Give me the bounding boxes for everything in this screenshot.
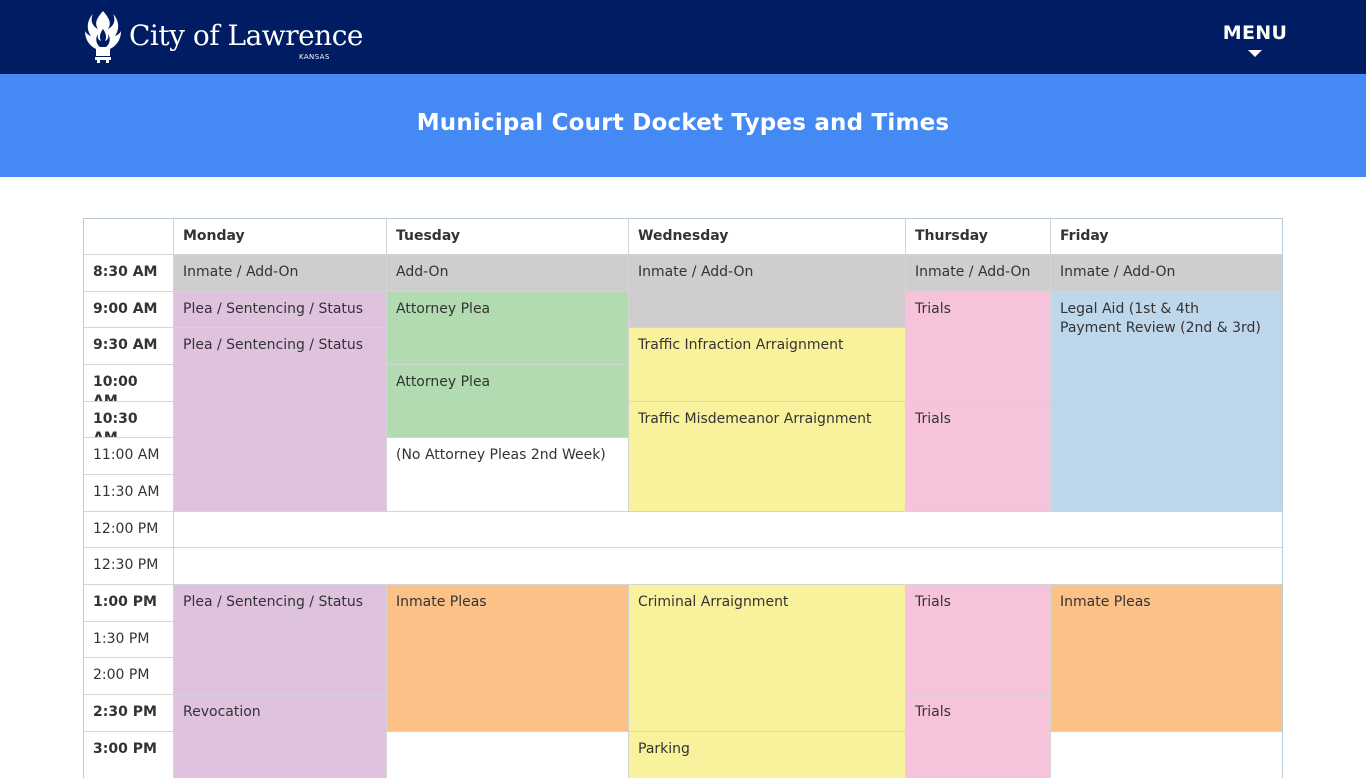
city-logo-link[interactable]: City of Lawrence KANSAS	[84, 9, 363, 65]
docket-inmate-add-on: Inmate / Add-On	[628, 254, 905, 327]
docket-revocation: Revocation	[173, 694, 386, 778]
caret-down-icon	[1248, 50, 1262, 57]
time-slot: 10:30 AM	[83, 401, 173, 437]
docket-trials: Trials	[905, 584, 1050, 694]
docket-criminal-arraignment: Criminal Arraignment	[628, 584, 905, 731]
docket-inmate-add-on: Inmate / Add-On	[905, 254, 1050, 291]
lunch-break-row	[173, 547, 1283, 584]
docket-plea-sentencing-status: Plea / Sentencing / Status	[173, 584, 386, 694]
flame-emblem-icon	[85, 11, 121, 63]
docket-add-on: Add-On	[386, 254, 628, 291]
docket-attorney-plea: Attorney Plea	[386, 291, 628, 364]
table-right-border	[1282, 218, 1283, 778]
column-header-friday: Friday	[1050, 218, 1283, 254]
lunch-break-row	[173, 511, 1283, 547]
docket-legal-aid-payment-review: Legal Aid (1st & 4th Payment Review (2nd…	[1050, 291, 1283, 511]
column-header-thursday: Thursday	[905, 218, 1050, 254]
time-slot: 9:30 AM	[83, 327, 173, 364]
docket-inmate-pleas: Inmate Pleas	[1050, 584, 1283, 731]
page-hero: Municipal Court Docket Types and Times	[0, 74, 1366, 177]
time-slot: 2:30 PM	[83, 694, 173, 731]
column-header-monday: Monday	[173, 218, 386, 254]
time-slot: 8:30 AM	[83, 254, 173, 291]
logo-state-label: KANSAS	[299, 53, 330, 61]
docket-trials: Trials	[905, 694, 1050, 778]
column-header-tuesday: Tuesday	[386, 218, 628, 254]
docket-traffic-misdemeanor-arraignment: Traffic Misdemeanor Arraignment	[628, 401, 905, 511]
docket-parking: Parking	[628, 731, 905, 778]
corner-header-cell	[83, 218, 173, 254]
time-slot: 1:30 PM	[83, 621, 173, 657]
menu-label: MENU	[1222, 22, 1288, 44]
time-slot: 2:00 PM	[83, 657, 173, 694]
empty-slot	[386, 731, 628, 778]
docket-plea-sentencing-status: Plea / Sentencing / Status	[173, 327, 386, 511]
time-slot: 3:00 PM	[83, 731, 173, 778]
docket-trials: Trials	[905, 401, 1050, 511]
docket-attorney-plea: Attorney Plea	[386, 364, 628, 437]
menu-button[interactable]: MENU	[1215, 22, 1295, 66]
docket-inmate-pleas: Inmate Pleas	[386, 584, 628, 731]
docket-inmate-add-on: Inmate / Add-On	[173, 254, 386, 291]
time-slot: 1:00 PM	[83, 584, 173, 621]
empty-slot	[1050, 731, 1283, 778]
top-nav-bar: City of Lawrence KANSAS MENU	[0, 0, 1366, 74]
time-slot: 9:00 AM	[83, 291, 173, 327]
docket-inmate-add-on: Inmate / Add-On	[1050, 254, 1283, 291]
time-slot: 10:00 AM	[83, 364, 173, 401]
column-header-wednesday: Wednesday	[628, 218, 905, 254]
docket-plea-sentencing-status: Plea / Sentencing / Status	[173, 291, 386, 327]
logo-wordmark: City of Lawrence	[129, 19, 363, 52]
docket-traffic-infraction-arraignment: Traffic Infraction Arraignment	[628, 327, 905, 401]
time-slot: 12:30 PM	[83, 547, 173, 584]
page-title: Municipal Court Docket Types and Times	[416, 110, 950, 136]
time-slot: 12:00 PM	[83, 511, 173, 547]
time-slot: 11:00 AM	[83, 437, 173, 474]
time-slot: 11:30 AM	[83, 474, 173, 511]
docket-trials: Trials	[905, 291, 1050, 401]
docket-note-no-attorney-pleas: (No Attorney Pleas 2nd Week)	[386, 437, 628, 511]
